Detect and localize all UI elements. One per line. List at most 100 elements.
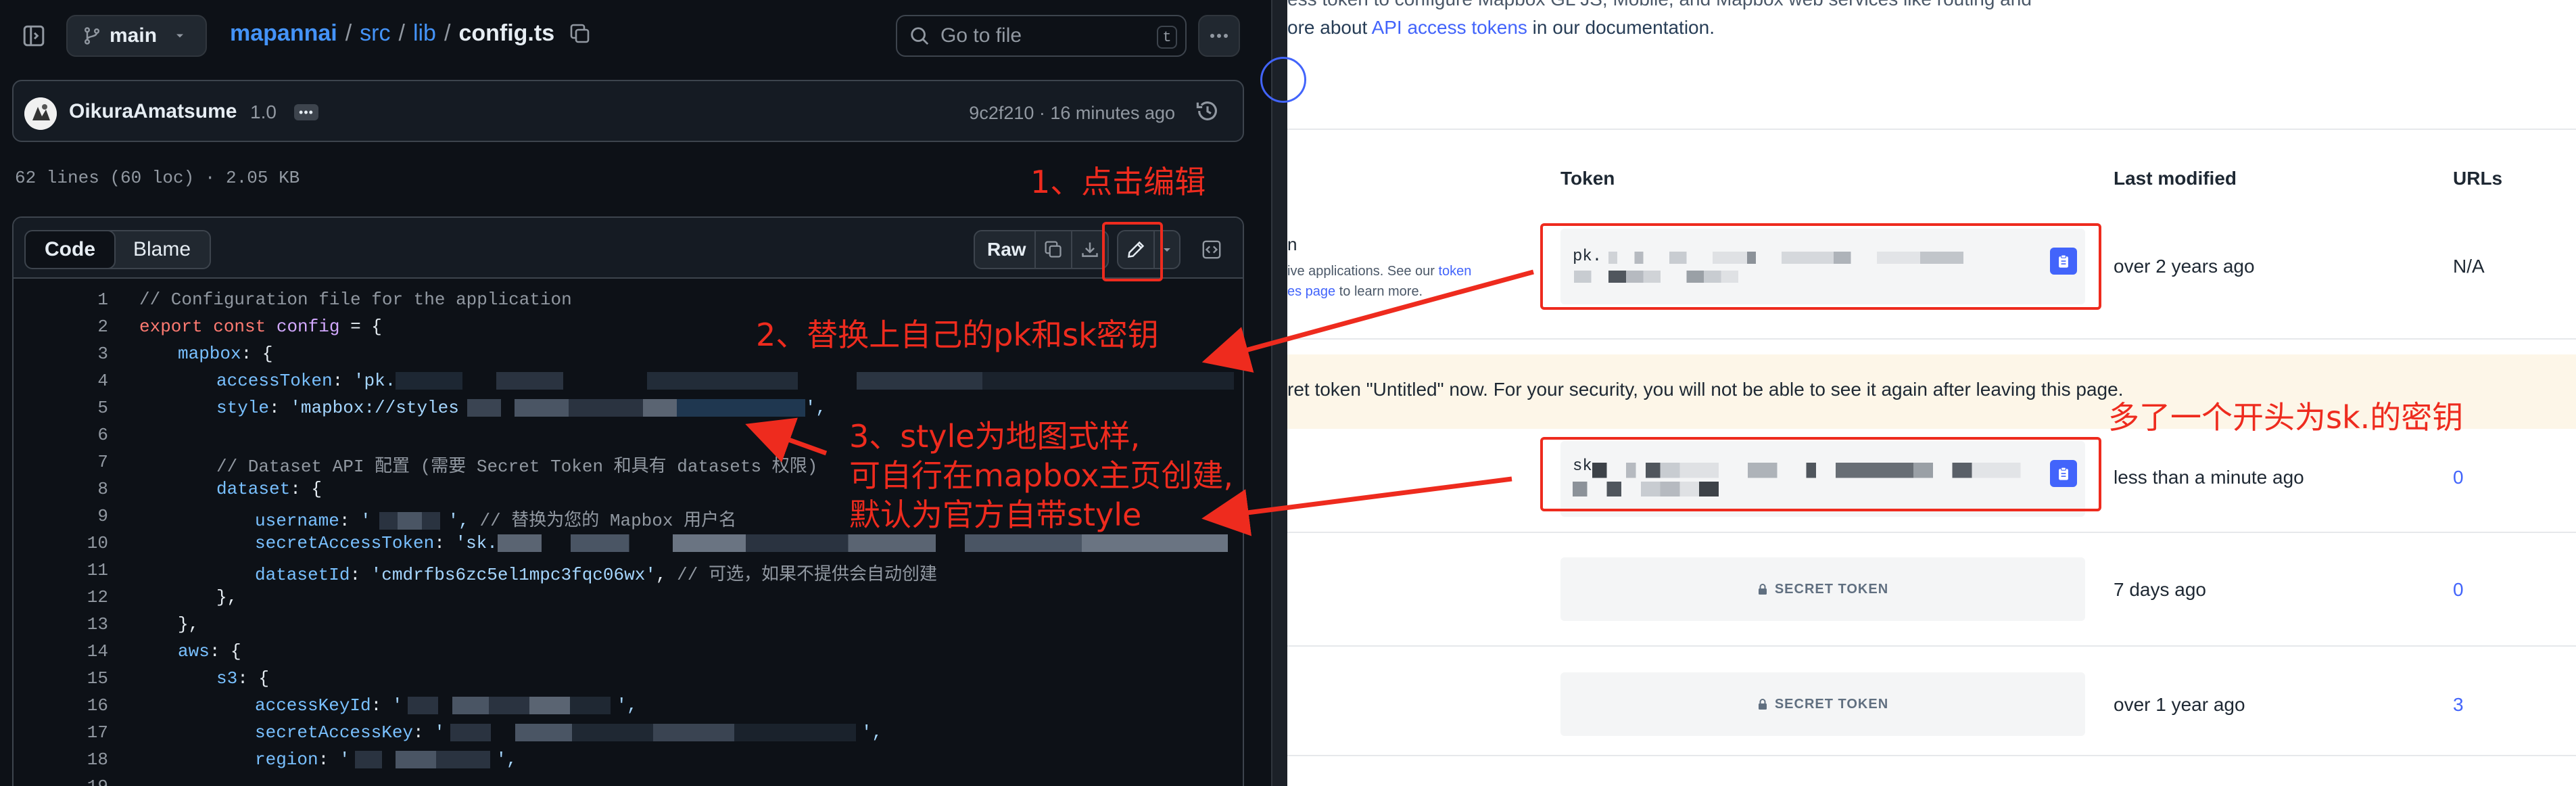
line-number[interactable]: 5 — [14, 398, 108, 418]
code-string: 'cmdrfbs6zc5el1mpc3fqc06wx' — [371, 565, 656, 585]
code-variable: config — [276, 317, 340, 337]
notice-text: ret token "Untitled" now. For your secur… — [1287, 379, 2124, 400]
token-scopes-link[interactable]: es page — [1287, 284, 1335, 299]
copy-raw-button[interactable] — [1034, 230, 1072, 269]
view-mode-tabs: Code Blame — [24, 230, 212, 269]
line-number[interactable]: 2 — [14, 317, 108, 337]
line-number[interactable]: 15 — [14, 668, 108, 689]
urls-count-link[interactable]: 0 — [2453, 579, 2464, 601]
line-number[interactable]: 16 — [14, 695, 108, 716]
commit-author[interactable]: OikuraAmatsume — [69, 100, 237, 123]
urls-count-link[interactable]: 3 — [2453, 694, 2464, 716]
latest-commit-bar: OikuraAmatsume 1.0 ••• 9c2f210 · 16 minu… — [12, 80, 1244, 142]
line-number[interactable]: 17 — [14, 722, 108, 743]
line-number[interactable]: 13 — [14, 614, 108, 634]
code-text: : { — [290, 479, 323, 499]
copy-path-icon[interactable] — [569, 23, 591, 45]
breadcrumb-lib-link[interactable]: lib — [413, 20, 436, 47]
last-modified: over 1 year ago — [2114, 694, 2245, 715]
symbols-panel-button[interactable] — [1193, 230, 1231, 269]
api-access-tokens-link[interactable]: API access tokens — [1372, 17, 1527, 38]
code-square-icon — [1202, 240, 1221, 259]
line-number[interactable]: 1 — [14, 290, 108, 310]
token-name-fragment[interactable]: n — [1287, 234, 1297, 255]
line-number[interactable]: 14 — [14, 641, 108, 662]
token-docs-link[interactable]: token — [1438, 264, 1471, 279]
go-to-file-search[interactable]: Go to file t — [896, 15, 1187, 57]
intro-text-part: ore about — [1287, 17, 1372, 38]
download-icon — [1082, 242, 1098, 257]
token-description-line-1: ive applications. See our token — [1287, 261, 1471, 281]
commit-hash-time[interactable]: 9c2f210 · 16 minutes ago — [969, 103, 1175, 124]
annotation-step-3-line-2: 可自行在mapbox主页创建, — [849, 457, 1233, 494]
lock-icon — [1758, 699, 1767, 710]
raw-button[interactable]: Raw — [974, 230, 1040, 269]
line-number[interactable]: 19 — [14, 777, 108, 786]
code-property: aws — [178, 641, 210, 662]
code-string: ' — [360, 511, 371, 531]
last-modified: less than a minute ago — [2114, 467, 2304, 488]
line-number[interactable]: 7 — [14, 452, 108, 472]
desc-text: ive applications. See our — [1287, 264, 1439, 279]
line-number[interactable]: 8 — [14, 479, 108, 499]
code-property: datasetId — [255, 565, 350, 585]
last-modified: 7 days ago — [2114, 579, 2206, 600]
last-modified: over 2 years ago — [2114, 256, 2255, 277]
line-number[interactable]: 9 — [14, 506, 108, 526]
code-line: mapbox: { — [178, 344, 272, 364]
commit-message[interactable]: 1.0 — [250, 101, 277, 123]
copy-icon — [1045, 241, 1062, 258]
branch-selector[interactable]: main — [66, 15, 207, 57]
code-comment: // 替换为您的 Mapbox 用户名 — [479, 511, 737, 531]
breadcrumb-separator: / — [444, 20, 451, 46]
line-number[interactable]: 6 — [14, 425, 108, 445]
chevron-down-icon — [1164, 248, 1170, 252]
sidebar-toggle-button[interactable] — [15, 15, 53, 57]
create-token-button[interactable] — [1260, 57, 1306, 103]
github-file-view: main mapannai / src / lib / config.ts Go… — [0, 0, 1271, 786]
code-string: ' — [391, 695, 403, 716]
expand-commit-message-button[interactable]: ••• — [294, 104, 318, 120]
search-placeholder: Go to file — [940, 24, 1022, 47]
split-divider[interactable] — [1271, 0, 1287, 786]
line-number[interactable]: 4 — [14, 371, 108, 391]
divider — [1287, 129, 2576, 130]
mapbox-access-tokens: ess token to configure Mapbox GL JS, Mob… — [1260, 0, 2576, 786]
breadcrumb-src-link[interactable]: src — [360, 20, 390, 47]
tab-blame[interactable]: Blame — [114, 231, 210, 268]
sidebar-expand-icon — [23, 25, 45, 47]
code-string: ' — [339, 749, 350, 770]
secret-token-label: SECRET TOKEN — [1774, 696, 1889, 712]
code-string: ' — [434, 722, 445, 743]
redacted-token — [396, 372, 1235, 390]
line-number[interactable]: 3 — [14, 344, 108, 364]
breadcrumb-current-file: config.ts — [458, 20, 555, 46]
annotation-box-edit — [1102, 222, 1163, 281]
urls-count-link[interactable]: 0 — [2453, 467, 2464, 488]
line-number[interactable]: 18 — [14, 749, 108, 770]
code-line: region: ' ', — [255, 749, 517, 770]
breadcrumb-repo-link[interactable]: mapannai — [230, 20, 337, 47]
line-number[interactable]: 10 — [14, 533, 108, 553]
redacted-access-key — [408, 697, 611, 715]
history-icon[interactable] — [1195, 99, 1220, 123]
annotation-step-1: 1、点击编辑 — [1030, 164, 1206, 200]
code-string: 'pk. — [353, 371, 396, 391]
intro-line-1: ess token to configure Mapbox GL JS, Mob… — [1287, 0, 2032, 14]
column-header-urls: URLs — [2453, 168, 2503, 189]
code-string-end: ', — [496, 749, 517, 770]
redacted-region — [355, 751, 491, 769]
code-comment: // 可选，如果不提供会自动创建 — [677, 565, 937, 585]
kebab-horizontal-icon — [1210, 34, 1228, 38]
avatar[interactable] — [24, 97, 57, 130]
code-line: accessToken: 'pk. — [216, 371, 1235, 391]
code-line: aws: { — [178, 641, 241, 662]
tab-code[interactable]: Code — [26, 231, 116, 268]
annotation-step-2: 2、替换上自己的pk和sk密钥 — [756, 317, 1159, 353]
line-number[interactable]: 12 — [14, 587, 108, 607]
redacted-secret-token — [497, 534, 1228, 553]
column-header-token: Token — [1560, 168, 1615, 189]
more-options-button[interactable] — [1198, 15, 1240, 57]
code-line: username: ' ', // 替换为您的 Mapbox 用户名 — [255, 511, 737, 531]
line-number[interactable]: 11 — [14, 560, 108, 580]
